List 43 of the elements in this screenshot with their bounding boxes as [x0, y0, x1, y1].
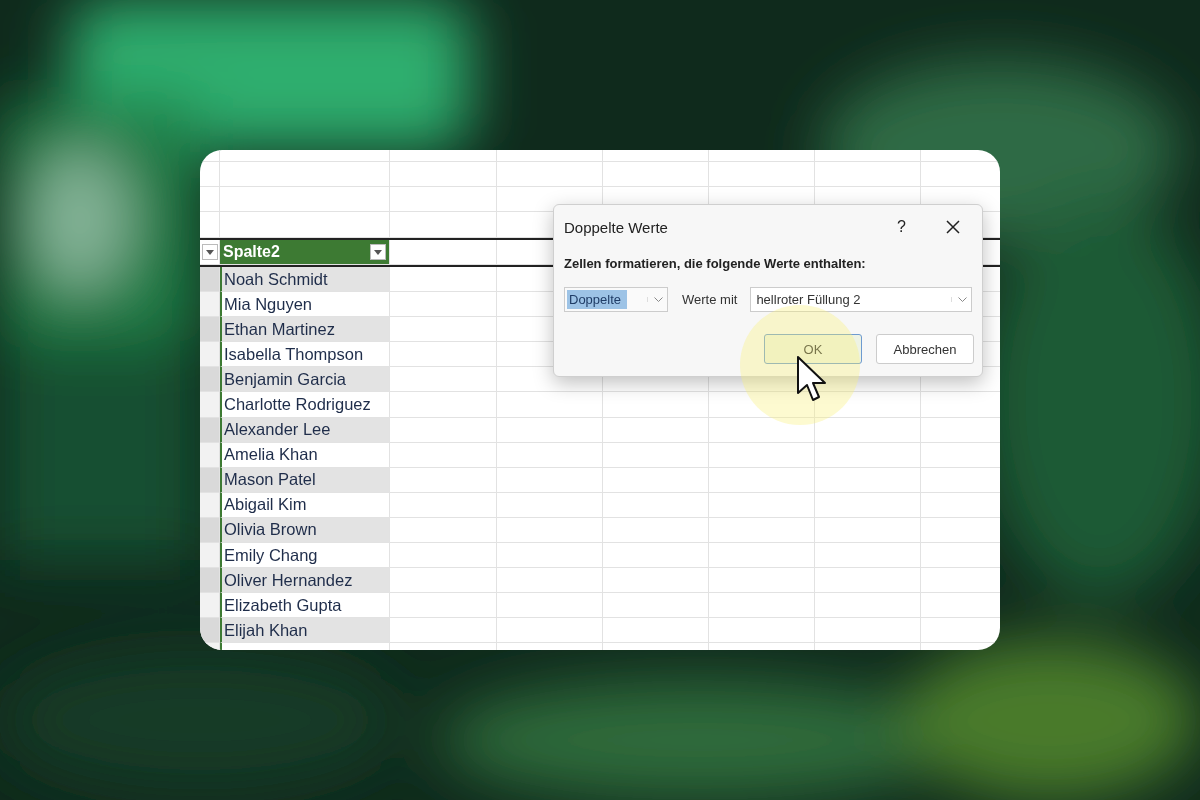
- table-cell: [200, 150, 220, 162]
- table-cell: [200, 492, 220, 518]
- table-cell: Noah Schmidt: [220, 267, 390, 293]
- table-cell: [200, 292, 220, 318]
- table-cell: [200, 317, 220, 343]
- table-cell: Mason Patel: [220, 467, 390, 493]
- table-cell: [200, 442, 220, 468]
- table-cell: [200, 467, 220, 493]
- table-cell: [200, 517, 220, 544]
- table-cell: Oliver Hernandez: [220, 568, 390, 594]
- connector-label: Werte mit: [682, 292, 738, 307]
- table-cell: [200, 267, 220, 293]
- table-cell: [200, 417, 220, 443]
- ok-button[interactable]: OK: [764, 334, 862, 364]
- table-cell: Alexander Lee: [220, 417, 390, 443]
- table-cell: Elijah Khan: [220, 618, 390, 644]
- table-cell: [200, 392, 220, 418]
- table-cell: [200, 593, 220, 619]
- table-cell: [200, 212, 220, 238]
- close-icon[interactable]: [946, 220, 960, 234]
- table-cell: [200, 543, 220, 569]
- caret-icon: [205, 249, 214, 255]
- chevron-icon: [951, 297, 968, 302]
- table-cell: Olivia Brown: [220, 517, 390, 544]
- table-cell: [200, 367, 220, 393]
- table-cell: [200, 162, 220, 187]
- table-cell: Ethan Martinez: [220, 317, 390, 343]
- table-cell: [200, 618, 220, 644]
- table-cell: [200, 342, 220, 368]
- caret-icon: [374, 249, 382, 255]
- help-button[interactable]: ?: [891, 218, 912, 236]
- table-cell: [200, 187, 220, 212]
- rule-dropdown[interactable]: Doppelte: [564, 287, 668, 312]
- dialog-title: Doppelte Werte: [564, 218, 669, 236]
- table-cell: [200, 568, 220, 594]
- table-cell: Benjamin Garcia: [220, 367, 390, 393]
- column-header: Spalte2: [223, 243, 280, 261]
- chevron-icon: [647, 297, 663, 302]
- filter-button[interactable]: [370, 244, 386, 260]
- instruction-text: Zellen formatieren, die folgende Werte enthalten:: [564, 256, 867, 271]
- cancel-button[interactable]: Abbrechen: [876, 334, 974, 364]
- filter-button[interactable]: [201, 244, 218, 260]
- format-dropdown[interactable]: hellroter Füllung 2: [750, 287, 973, 312]
